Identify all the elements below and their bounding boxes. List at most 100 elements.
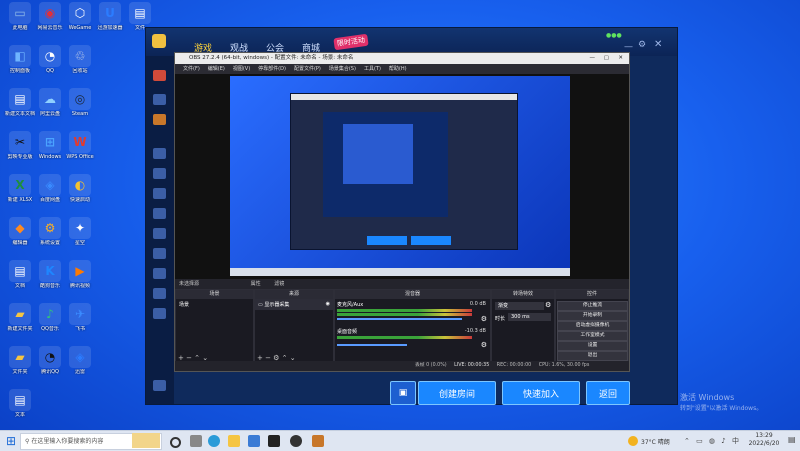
clock-date: 2022/6/20 [748,440,780,447]
sidebar-icon-4[interactable] [153,148,166,159]
studio-mode-button[interactable]: 工作室模式 [557,331,628,341]
desktop-icon[interactable]: ◐ 快速启动 [62,174,98,203]
sidebar-icon-3[interactable] [153,114,166,125]
desktop-icon[interactable]: ◈ 迅雷 [62,346,98,375]
explorer-icon[interactable] [228,435,240,447]
obs-menu-item[interactable]: 帮助(H) [389,66,407,72]
desktop-icon[interactable]: ✈ 飞书 [62,303,98,332]
room-list-icon[interactable]: ▣ [390,381,416,405]
desktop-app-icon: U [99,2,121,24]
scenes-header: 场景 [176,290,253,299]
settings-button[interactable]: 设置 [557,341,628,351]
store-icon[interactable] [248,435,260,447]
transition-select[interactable]: 渐变 [495,302,544,310]
obs-status-bar: 丢帧 0 (0.0%) LIVE: 00:00:35 REC: 00:00:00… [175,361,629,371]
desktop-settings-icon[interactable]: ⚙ [481,341,487,349]
desktop-app-icon: ▰ [9,303,31,325]
obs-menu-item[interactable]: 工具(T) [364,66,381,72]
sidebar-icon-9[interactable] [153,248,166,259]
create-room-button[interactable]: 创建房间 [418,381,496,405]
weather-text[interactable]: 37°C 晴朗 [641,437,670,446]
eye-icon[interactable]: ◉ [326,301,330,307]
cortana-icon[interactable] [170,437,181,448]
desktop-meter [337,336,472,339]
back-button[interactable]: 返回 [586,381,630,405]
filters-button[interactable]: 滤镜 [274,281,284,287]
desktop-track-label: 桌面音频 [337,329,358,335]
desktop-icon-label: 回收站 [72,68,88,74]
minimize-icon[interactable]: — [624,42,633,52]
source-toolbar: 未选择源 属性 滤镜 [175,279,629,289]
obs-menu-item[interactable]: 视图(V) [233,66,250,72]
desktop-icon[interactable]: ◎ Steam [62,88,98,117]
exit-button[interactable]: 退出 [557,351,628,361]
transition-settings-icon[interactable]: ⚙ [545,301,551,309]
sidebar-icon-6[interactable] [153,188,166,199]
desktop-app-icon: ▰ [9,346,31,368]
sidebar-icon-11[interactable] [153,288,166,299]
desktop-icon[interactable]: ♲ 回收站 [62,45,98,74]
sources-header: 来源 [255,290,333,299]
transitions-dock: 转场特效 渐变 ⚙ 时长 300 ms [491,289,555,364]
desktop-icon-label: 快速启动 [69,197,90,203]
obs-menu-bar: 文件(F) 编辑(E) 视图(V) 停靠部件(D) 配置文件(P) 场景集合(S) 工具(T… [175,64,629,74]
sidebar-icon-10[interactable] [153,268,166,279]
event-badge[interactable]: 限时活动 [333,33,369,51]
close-icon[interactable]: ✕ [654,39,662,50]
properties-button[interactable]: 属性 [251,281,261,287]
stop-streaming-button[interactable]: 停止推流 [557,301,628,311]
game-taskbar-icon[interactable] [312,435,324,447]
obs-window[interactable]: OBS 27.2.4 (64-bit, windows) - 配置文件: 未命名… [174,52,630,372]
windows-start-icon[interactable]: ⊞ [6,434,16,448]
mic-meter-2 [337,313,472,316]
notification-icon[interactable]: ▤ [788,435,796,444]
desktop-app-icon: ◔ [39,346,61,368]
chat-icon[interactable] [153,380,166,391]
clock[interactable]: 13:29 2022/6/20 [744,432,784,448]
steam-taskbar-icon[interactable] [268,435,280,447]
desktop-icon[interactable]: ▶ 腾讯视频 [62,260,98,289]
desktop-app-icon: ♪ [39,303,61,325]
settings-icon[interactable]: ⚙ [638,40,646,50]
obs-menu-item[interactable]: 配置文件(P) [294,66,321,72]
obs-preview[interactable] [175,74,629,279]
desktop-app-icon: ✂ [9,131,31,153]
desktop-icon[interactable]: ✦ 星空 [62,217,98,246]
obs-maximize-icon[interactable]: ▢ [604,53,609,64]
obs-close-icon[interactable]: ✕ [618,53,623,64]
duration-input[interactable]: 300 ms [508,313,551,321]
mixer-header: 混音器 [335,290,490,299]
live-time: LIVE: 00:00:35 [454,363,490,368]
sidebar-icon-8[interactable] [153,228,166,239]
obs-menu-item[interactable]: 文件(F) [183,66,200,72]
obs-menu-item[interactable]: 停靠部件(D) [258,66,286,72]
sidebar-icon-7[interactable] [153,208,166,219]
virtual-camera-button[interactable]: 启动虚拟摄像机 [557,321,628,331]
sidebar-icon-12[interactable] [153,308,166,319]
tray-icons[interactable]: ⌃ ▭ ◍ ♪ 中 [684,436,741,446]
scene-item[interactable]: 场景 [176,299,253,310]
preview-desktop [230,76,570,276]
sidebar-icon-2[interactable] [153,94,166,105]
obs-menu-item[interactable]: 场景集合(S) [329,66,356,72]
mic-volume-slider[interactable] [337,318,462,320]
desktop-icon-label: 飞书 [74,326,85,332]
sidebar-icon-5[interactable] [153,168,166,179]
source-item[interactable]: ▭ 显示器采集 ◉ [255,299,333,310]
desktop-icon[interactable]: ▤ 文本 [2,389,38,418]
start-recording-button[interactable]: 开始录制 [557,311,628,321]
edge-icon[interactable] [208,435,220,447]
desktop-app-icon: ▶ [69,260,91,282]
obs-title-bar: OBS 27.2.4 (64-bit, windows) - 配置文件: 未命名… [175,53,629,64]
obs-minimize-icon[interactable]: — [590,53,596,64]
sidebar-red-icon[interactable] [153,70,166,81]
quick-join-button[interactable]: 快速加入 [502,381,580,405]
desktop-volume-slider[interactable] [337,344,407,346]
task-view-icon[interactable] [190,435,202,447]
obs-menu-item[interactable]: 编辑(E) [208,66,225,72]
mic-settings-icon[interactable]: ⚙ [481,315,487,323]
desktop-icon[interactable]: W WPS Office [62,131,98,160]
obs-taskbar-icon[interactable] [290,435,302,447]
desktop-app-icon: K [39,260,61,282]
nested-create-button [367,236,407,245]
